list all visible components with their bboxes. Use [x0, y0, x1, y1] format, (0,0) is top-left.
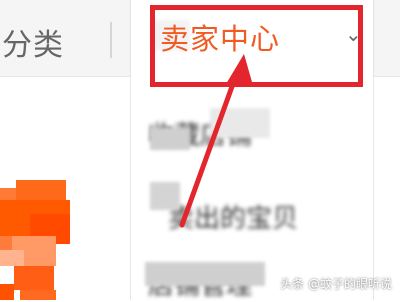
watermark: 头条 @蚊子的眼听说 [280, 277, 392, 291]
annotation-arrow-icon [179, 54, 252, 228]
